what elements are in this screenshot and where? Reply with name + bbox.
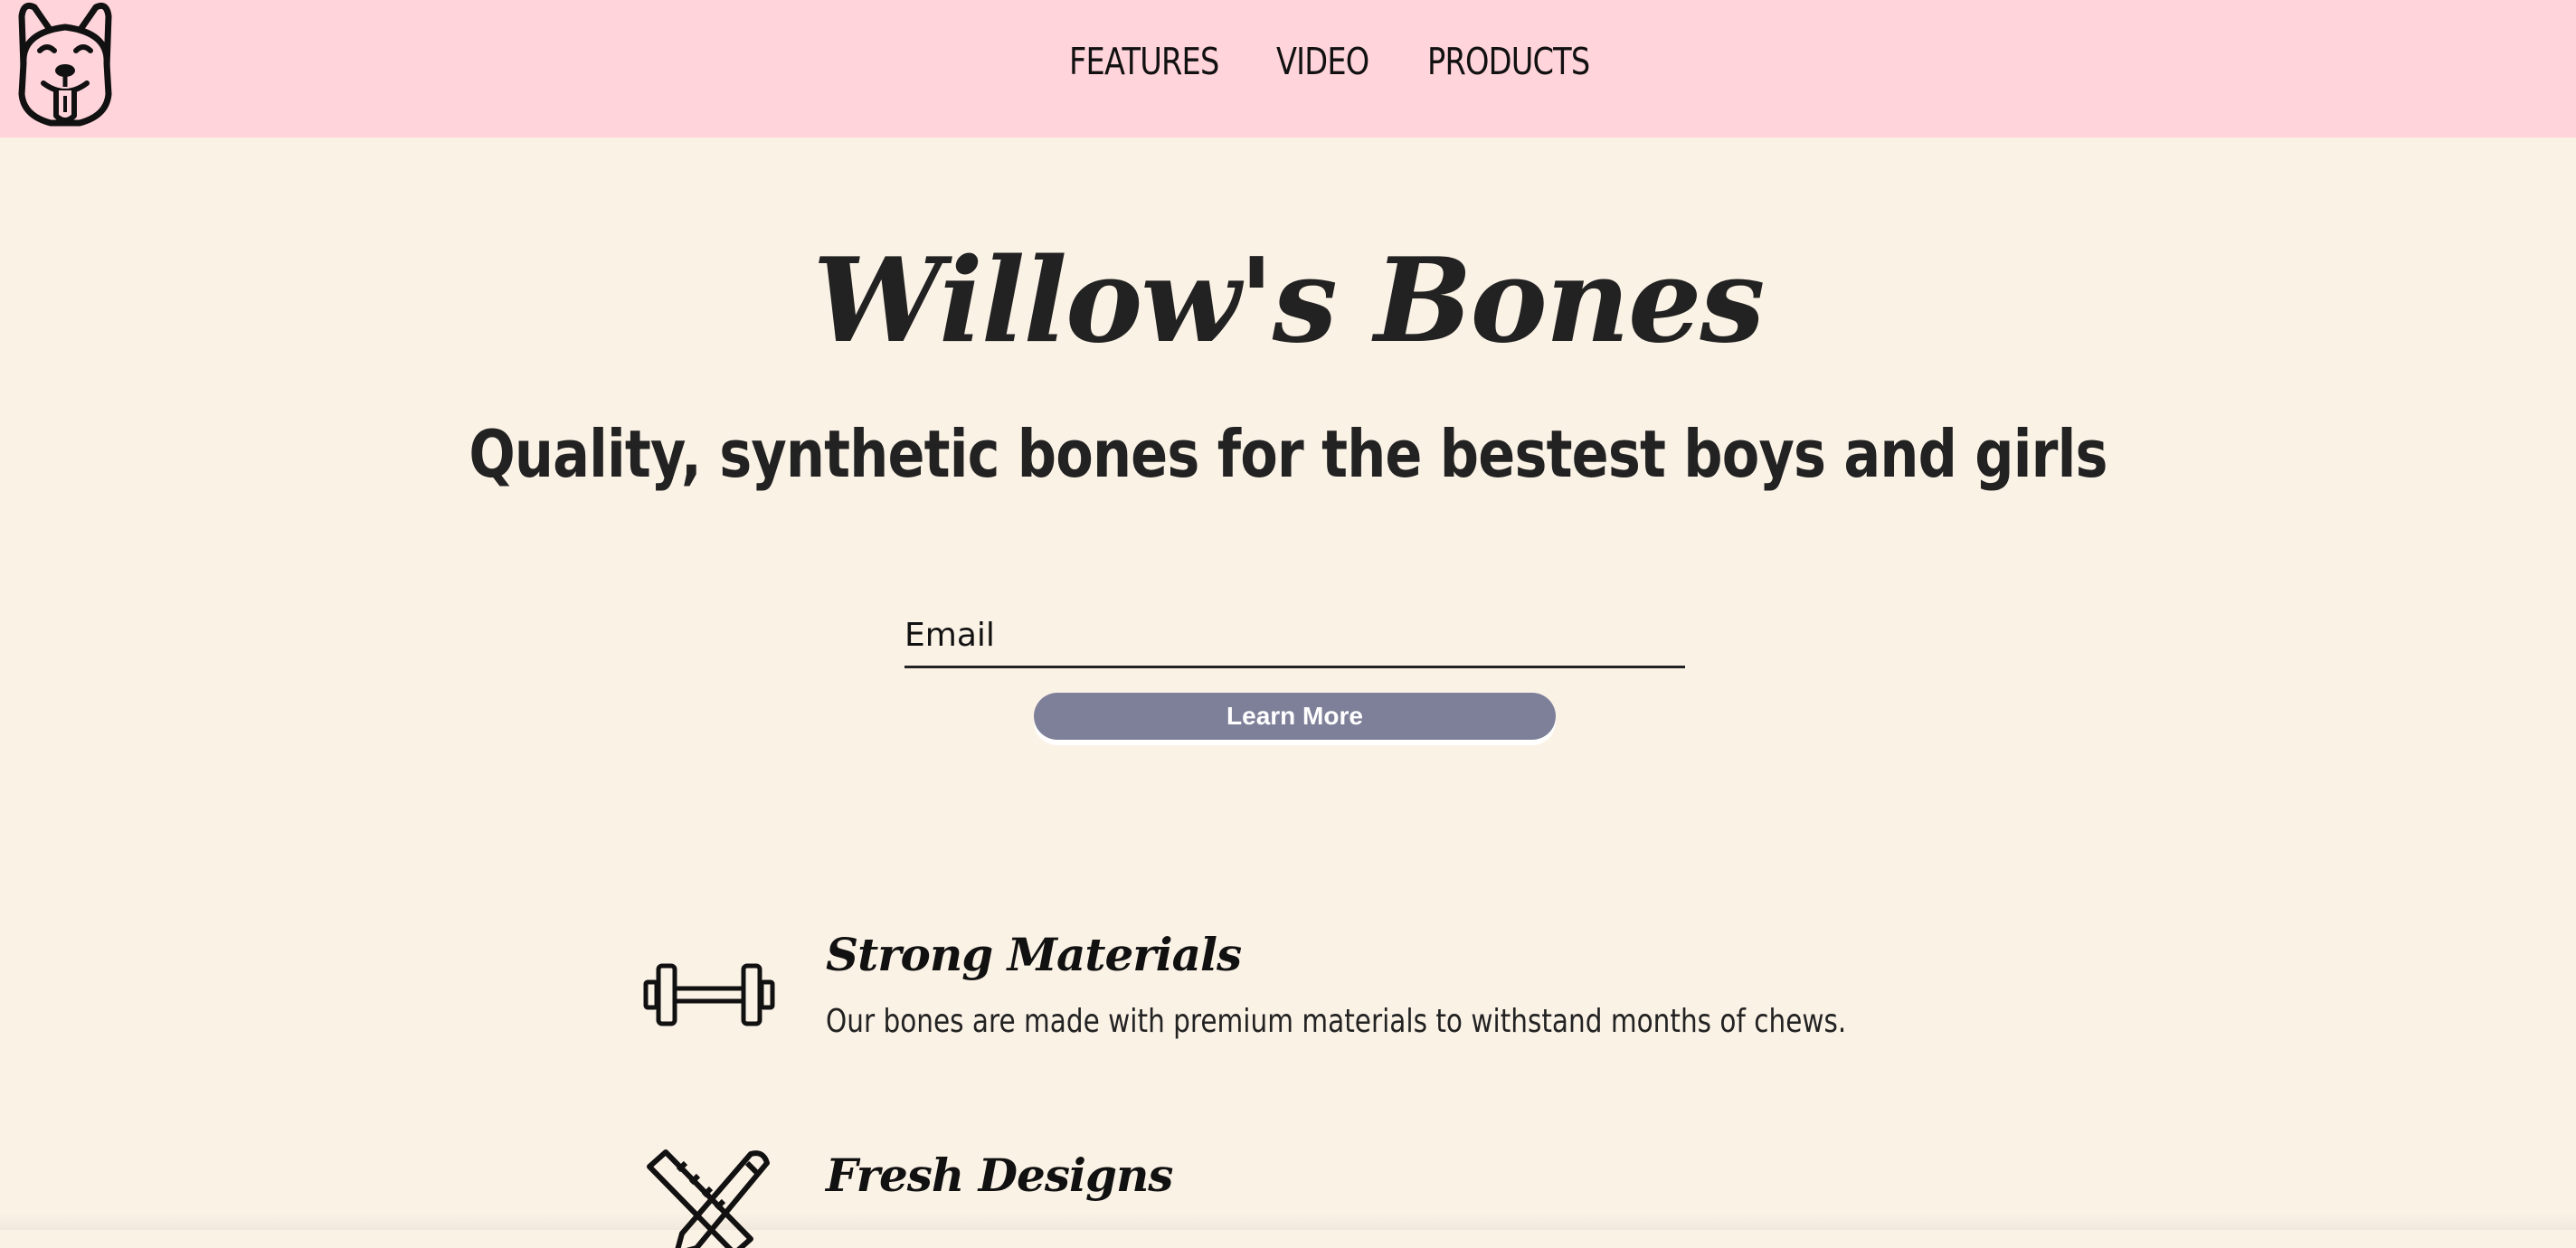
hero-title: Willow's Bones — [812, 233, 1766, 369]
nav-links: FEATURES VIDEO PRODUCTS — [0, 0, 2576, 137]
bottom-shadow-divider — [0, 1212, 2576, 1230]
nav-link-video[interactable]: VIDEO — [1276, 40, 1369, 83]
feature-title-strong-materials: Strong Materials — [826, 928, 1242, 981]
email-field[interactable] — [904, 604, 1685, 668]
ruler-pencil-icon — [647, 1149, 770, 1248]
feature-title-fresh-designs: Fresh Designs — [826, 1149, 1173, 1202]
nav-link-features[interactable]: FEATURES — [1069, 40, 1219, 83]
learn-more-button[interactable]: Learn More — [1034, 693, 1556, 740]
top-navbar: FEATURES VIDEO PRODUCTS — [0, 0, 2576, 137]
feature-description-strong-materials: Our bones are made with premium material… — [826, 1003, 1847, 1040]
nav-link-products[interactable]: PRODUCTS — [1427, 40, 1590, 83]
hero-subtitle: Quality, synthetic bones for the bestest… — [469, 416, 2107, 492]
dumbbell-icon — [643, 963, 775, 1026]
